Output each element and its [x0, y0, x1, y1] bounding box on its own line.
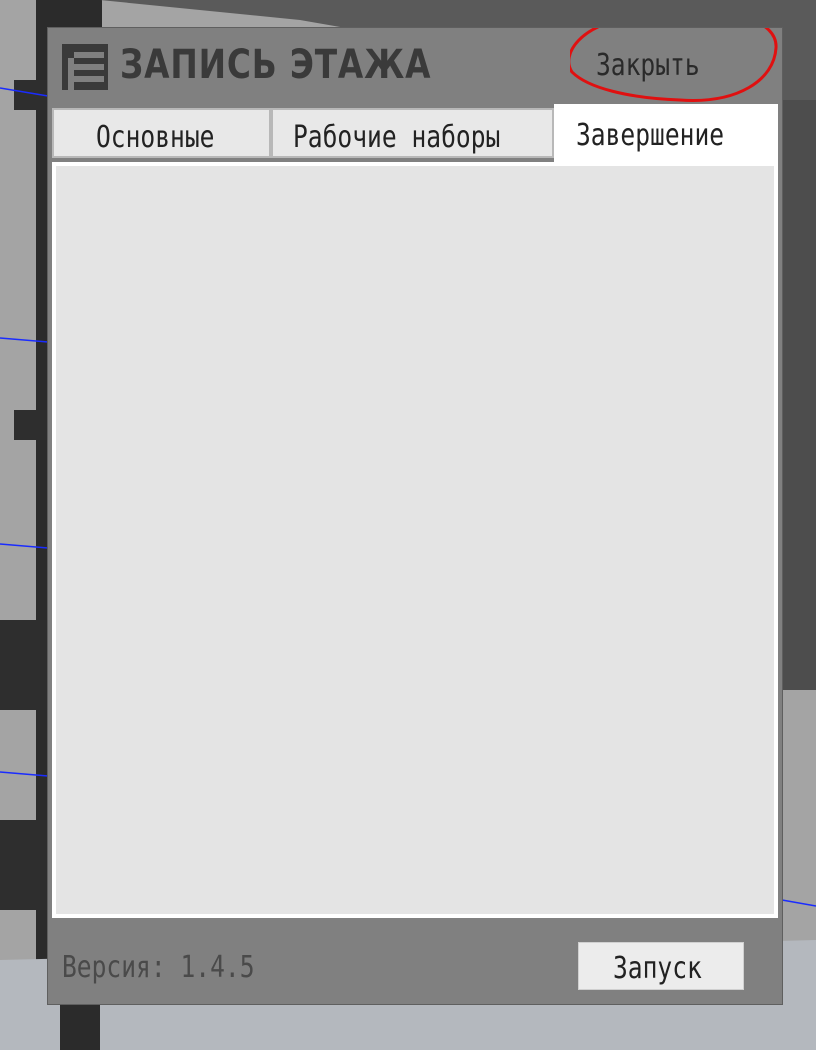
tab-worksets-label: Рабочие наборы: [293, 120, 501, 155]
tab-finish-label: Завершение: [576, 118, 725, 153]
version-value: 1.4.5: [180, 950, 255, 985]
red-annotation-circle: [570, 28, 778, 102]
title-bar: ЗАПИСЬ ЭТАЖА Закрыть: [48, 28, 782, 104]
tab-bar: Основные Рабочие наборы Завершение: [52, 104, 778, 162]
dialog-title: ЗАПИСЬ ЭТАЖА: [120, 42, 432, 88]
tab-content-panel: [52, 162, 778, 918]
tab-finish[interactable]: Завершение: [554, 104, 778, 162]
close-button[interactable]: Закрыть: [570, 28, 782, 104]
tab-main[interactable]: Основные: [52, 108, 271, 158]
tab-worksets[interactable]: Рабочие наборы: [271, 108, 554, 158]
run-button[interactable]: Запуск: [578, 942, 744, 990]
tab-main-label: Основные: [96, 120, 215, 155]
revit-logo-icon: [62, 44, 108, 90]
floor-record-dialog: ЗАПИСЬ ЭТАЖА Закрыть Основные Рабочие на…: [48, 28, 782, 1004]
version-label: Версия:: [62, 950, 166, 985]
version-info: Версия: 1.4.5: [62, 950, 255, 985]
run-button-label: Запуск: [613, 951, 702, 986]
